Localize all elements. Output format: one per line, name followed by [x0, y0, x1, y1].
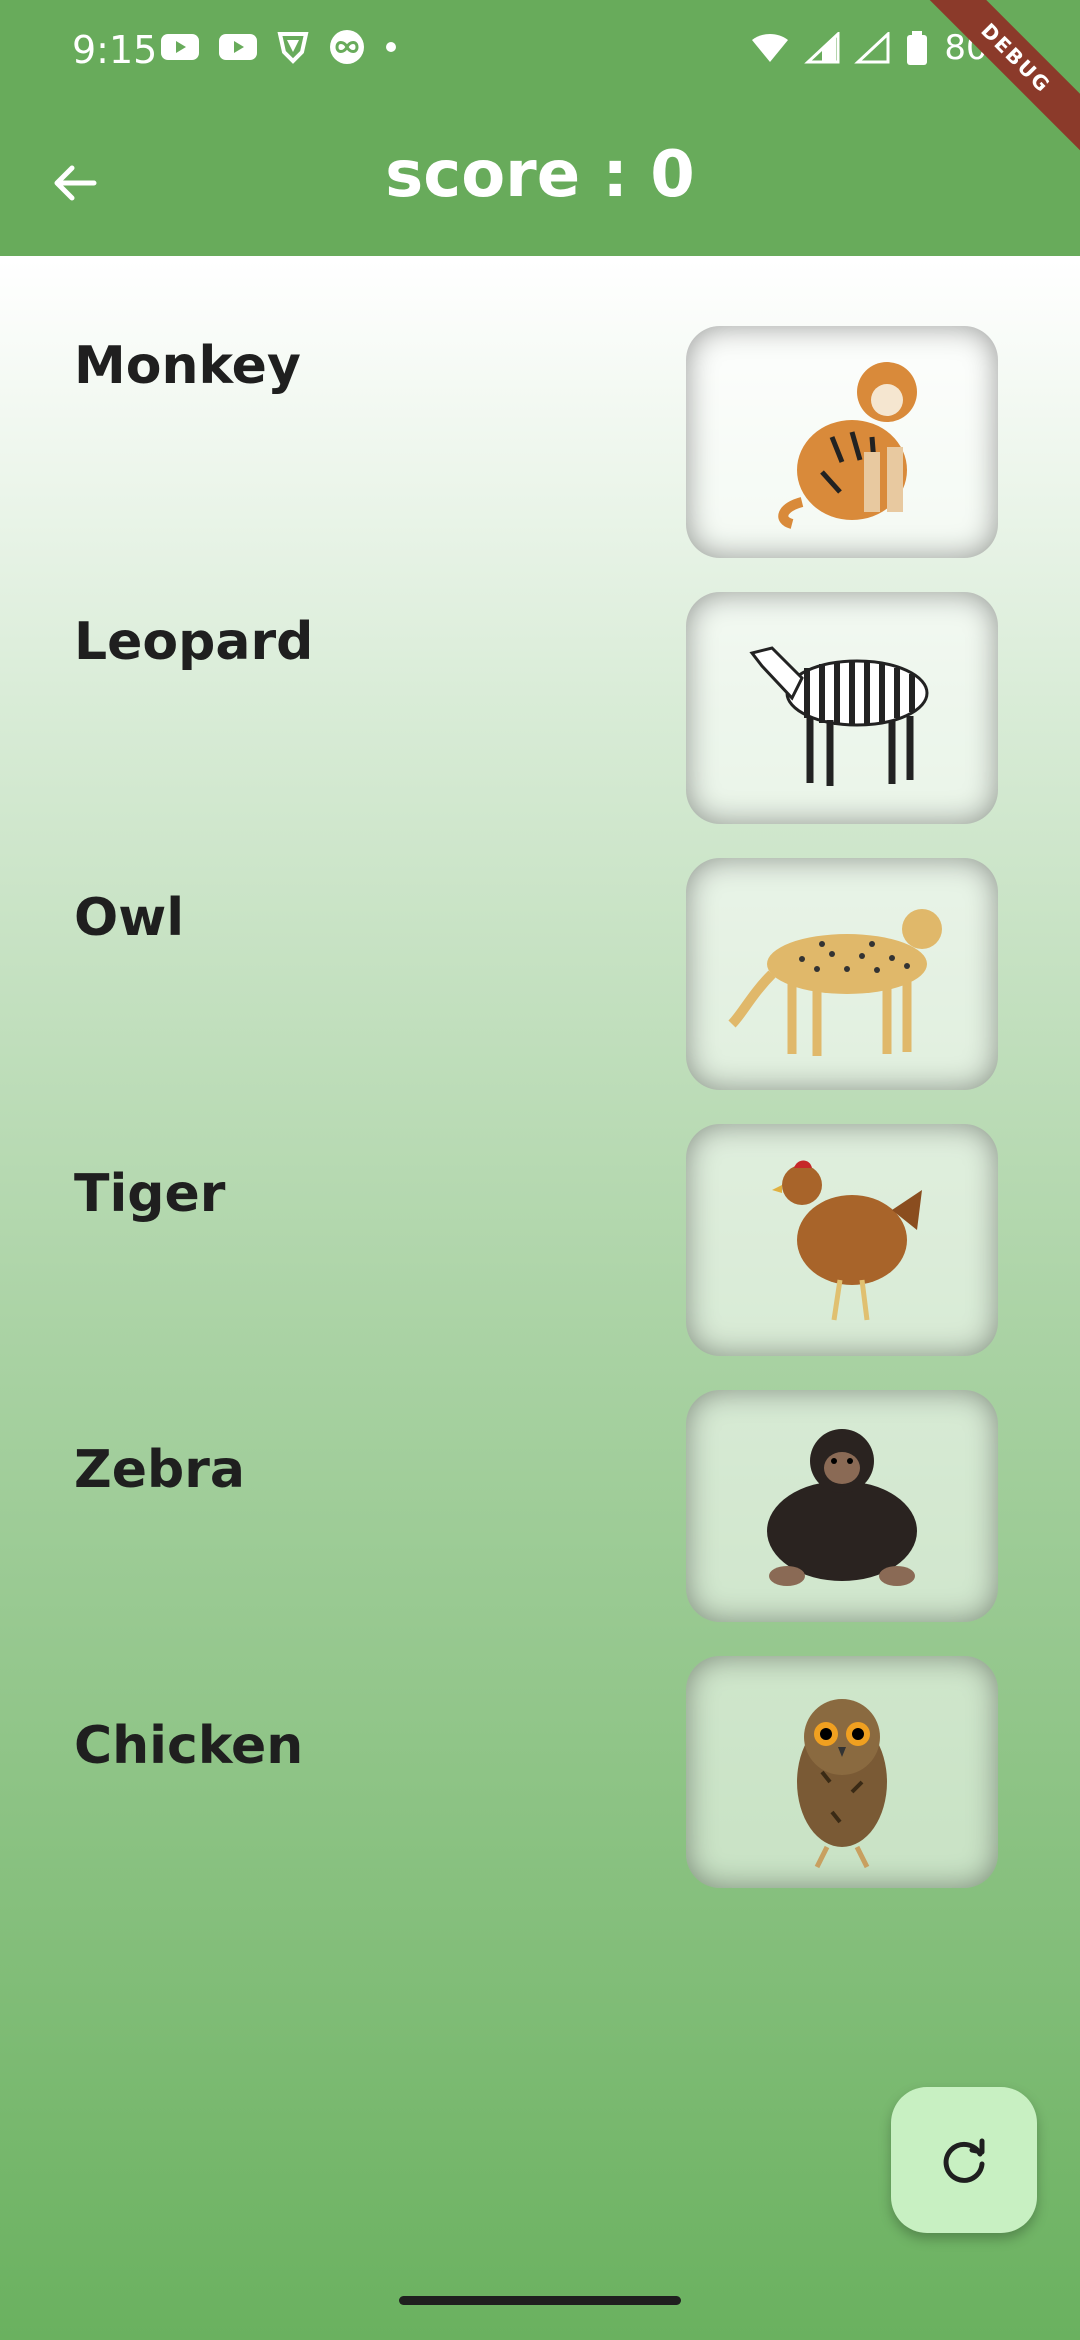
animal-label-2[interactable]: Leopard: [74, 612, 313, 672]
infinity-icon: [330, 30, 364, 64]
app-bar: 9:15 DEBUG score: 0: [0, 0, 1080, 256]
cheetah-image: [728, 909, 942, 1056]
animal-label-1[interactable]: Monkey: [74, 336, 301, 396]
signal-icon: [804, 32, 840, 64]
chimpanzee-image: [767, 1429, 917, 1586]
youtube-icon: [161, 34, 199, 60]
shield-icon: [277, 32, 309, 64]
status-notification-icons: [160, 28, 398, 66]
animal-card-3[interactable]: [686, 858, 998, 1090]
chicken-image: [772, 1160, 922, 1321]
animal-label-5[interactable]: Zebra: [74, 1440, 245, 1500]
score-title: score : 0: [385, 138, 695, 212]
animal-card-6[interactable]: [686, 1656, 998, 1888]
animal-card-4[interactable]: [686, 1124, 998, 1356]
animal-label-6[interactable]: Chicken: [74, 1716, 303, 1776]
animal-card-1[interactable]: [686, 326, 998, 558]
animal-label-3[interactable]: Owl: [74, 888, 184, 948]
status-time: 9:15: [72, 28, 158, 72]
youtube-icon: [219, 34, 257, 60]
animal-card-2[interactable]: [686, 592, 998, 824]
zebra-image: [749, 646, 929, 786]
wifi-icon: [752, 34, 789, 62]
tiger-image: [778, 362, 917, 529]
battery-icon: [907, 31, 928, 65]
home-indicator[interactable]: [399, 2296, 681, 2305]
refresh-icon: [943, 2138, 985, 2183]
animal-card-5[interactable]: [686, 1390, 998, 1622]
signal-icon: [854, 32, 890, 64]
refresh-button[interactable]: [891, 2087, 1037, 2233]
dot-icon: [386, 42, 396, 52]
animal-label-4[interactable]: Tiger: [74, 1164, 225, 1224]
owl-image: [797, 1699, 887, 1869]
